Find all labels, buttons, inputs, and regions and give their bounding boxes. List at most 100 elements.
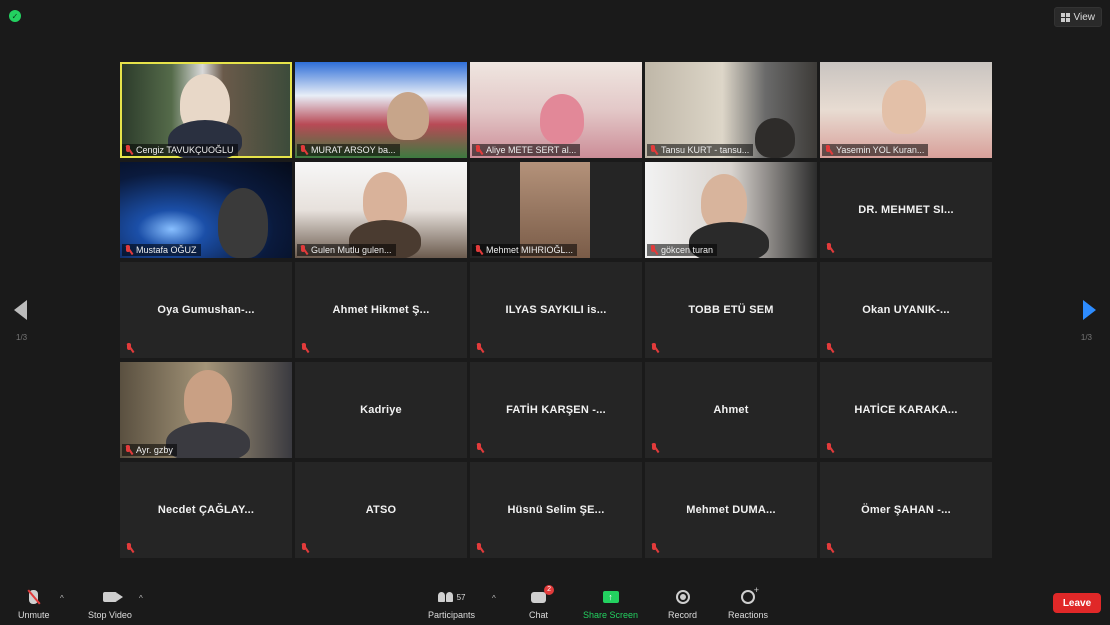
participant-name: Kadriye <box>360 404 402 416</box>
mic-muted-icon <box>124 145 133 155</box>
mic-muted-icon <box>825 543 834 553</box>
mic-muted-icon <box>650 443 659 453</box>
unmute-button[interactable]: Unmute <box>18 587 50 620</box>
participant-name-label: gökcen turan <box>647 244 718 256</box>
participant-tile[interactable]: ILYAS SAYKILI is... <box>470 262 642 358</box>
mic-muted-icon <box>474 145 483 155</box>
participant-tile[interactable]: Tansu KURT - tansu... <box>645 62 817 158</box>
participant-tile[interactable]: MURAT ARSOY ba... <box>295 62 467 158</box>
view-button[interactable]: View <box>1053 7 1102 27</box>
participant-name-label: Gulen Mutlu gulen... <box>297 244 396 256</box>
video-camera-icon <box>102 592 123 602</box>
leave-button[interactable]: Leave <box>1053 593 1101 613</box>
participant-name: Okan UYANIK-... <box>862 304 950 316</box>
participant-tile[interactable]: Kadriye <box>295 362 467 458</box>
reactions-icon <box>741 585 759 604</box>
participant-tile[interactable]: Okan UYANIK-... <box>820 262 992 358</box>
participant-tile[interactable]: Aliye METE SERT al... <box>470 62 642 158</box>
mic-muted-icon <box>125 343 134 353</box>
participant-tile[interactable]: Cengiz TAVUKÇUOĞLU <box>120 62 292 158</box>
participant-tile[interactable]: Ahmet Hikmet Ş... <box>295 262 467 358</box>
participant-tile[interactable]: gökcen turan <box>645 162 817 258</box>
mic-muted-icon <box>650 343 659 353</box>
stop-video-button[interactable]: Stop Video <box>88 587 132 620</box>
participant-tile[interactable]: FATİH KARŞEN -... <box>470 362 642 458</box>
participant-tile[interactable]: Mehmet MIHRIOĞL... <box>470 162 642 258</box>
record-button[interactable]: Record <box>668 587 697 620</box>
participant-name: Hüsnü Selim ŞE... <box>507 504 605 516</box>
participant-grid: Cengiz TAVUKÇUOĞLU MURAT ARSOY ba... Ali… <box>120 62 992 558</box>
mic-muted-icon <box>825 243 834 253</box>
participant-name: ATSO <box>365 504 397 516</box>
share-screen-label: Share Screen <box>583 610 639 620</box>
participant-tile[interactable]: Hüsnü Selim ŞE... <box>470 462 642 558</box>
page-indicator-right: 1/3 <box>1080 333 1092 342</box>
participant-name: DR. MEHMET SI... <box>858 204 954 216</box>
mic-muted-icon <box>124 445 133 455</box>
mic-muted-icon <box>649 145 658 155</box>
participant-tile[interactable]: DR. MEHMET SI... <box>820 162 992 258</box>
mic-muted-icon <box>825 443 834 453</box>
reactions-button[interactable]: Reactions <box>728 585 768 620</box>
participant-tile[interactable]: Gulen Mutlu gulen... <box>295 162 467 258</box>
participant-tile[interactable]: HATİCE KARAKA... <box>820 362 992 458</box>
participant-name-label: Cengiz TAVUKÇUOĞLU <box>122 144 238 156</box>
participant-name-label: Mehmet MIHRIOĞL... <box>472 244 578 256</box>
participant-name: Ahmet Hikmet Ş... <box>332 304 430 316</box>
stop-video-label: Stop Video <box>88 610 132 620</box>
security-shield-icon[interactable]: ✓ <box>9 10 21 22</box>
audio-options-caret-icon[interactable]: ^ <box>60 594 64 603</box>
mic-muted-icon <box>474 245 483 255</box>
participants-options-caret-icon[interactable]: ^ <box>492 594 496 603</box>
participant-name: Ömer ŞAHAN -... <box>861 504 951 516</box>
chat-icon: 2 <box>531 584 554 603</box>
participant-tile[interactable]: Mustafa OĞUZ <box>120 162 292 258</box>
participant-video-feed <box>540 94 584 144</box>
participants-label: Participants <box>428 610 476 620</box>
participant-tile[interactable]: Mehmet DUMA... <box>645 462 817 558</box>
participant-tile[interactable]: TOBB ETÜ SEM <box>645 262 817 358</box>
record-label: Record <box>668 610 698 620</box>
participant-name: HATİCE KARAKA... <box>854 404 958 416</box>
mic-muted-icon <box>299 145 308 155</box>
mic-muted-icon <box>649 245 658 255</box>
share-screen-icon: ↑ <box>602 591 619 603</box>
participant-tile[interactable]: Ömer ŞAHAN -... <box>820 462 992 558</box>
next-page-arrow-icon[interactable] <box>1083 300 1096 320</box>
mic-muted-icon <box>475 343 484 353</box>
page-indicator-left: 1/3 <box>16 333 28 342</box>
participant-tile[interactable]: Ahmet <box>645 362 817 458</box>
mic-muted-icon <box>300 543 309 553</box>
participant-video-feed <box>755 118 795 158</box>
participant-tile[interactable]: Necdet ÇAĞLAY... <box>120 462 292 558</box>
unmute-label: Unmute <box>18 610 50 620</box>
participant-tile[interactable]: Oya Gumushan-... <box>120 262 292 358</box>
participant-tile[interactable]: ATSO <box>295 462 467 558</box>
meeting-toolbar: Unmute ^ Stop Video ^ 57 Participants ^ … <box>0 583 1110 625</box>
video-options-caret-icon[interactable]: ^ <box>139 594 143 603</box>
chat-label: Chat <box>529 610 549 620</box>
participants-button[interactable]: 57 Participants <box>428 587 475 620</box>
participant-name-label: Aliye METE SERT al... <box>472 144 581 156</box>
participant-name-label: Tansu KURT - tansu... <box>647 144 754 156</box>
mic-muted-icon <box>824 145 833 155</box>
participant-name: TOBB ETÜ SEM <box>688 304 774 316</box>
share-screen-button[interactable]: ↑ Share Screen <box>583 587 638 620</box>
chat-button[interactable]: 2 Chat <box>529 584 554 620</box>
participant-tile[interactable]: Yasemin YOL Kuran... <box>820 62 992 158</box>
participant-name: ILYAS SAYKILI is... <box>505 304 607 316</box>
participant-name-label: Mustafa OĞUZ <box>122 244 201 256</box>
participant-name: Mehmet DUMA... <box>686 504 776 516</box>
participant-name: Necdet ÇAĞLAY... <box>157 504 255 516</box>
mic-muted-icon <box>475 543 484 553</box>
view-label: View <box>1073 11 1096 23</box>
mic-muted-icon <box>300 343 309 353</box>
participants-icon <box>437 592 453 602</box>
previous-page-arrow-icon[interactable] <box>14 300 27 320</box>
grid-view-icon <box>1060 12 1070 22</box>
participant-name-label: MURAT ARSOY ba... <box>297 144 400 156</box>
mic-muted-icon <box>650 543 659 553</box>
participant-tile[interactable]: Ayr. gzby <box>120 362 292 458</box>
mic-muted-icon <box>124 245 133 255</box>
participant-name-label: Ayr. gzby <box>122 444 177 456</box>
